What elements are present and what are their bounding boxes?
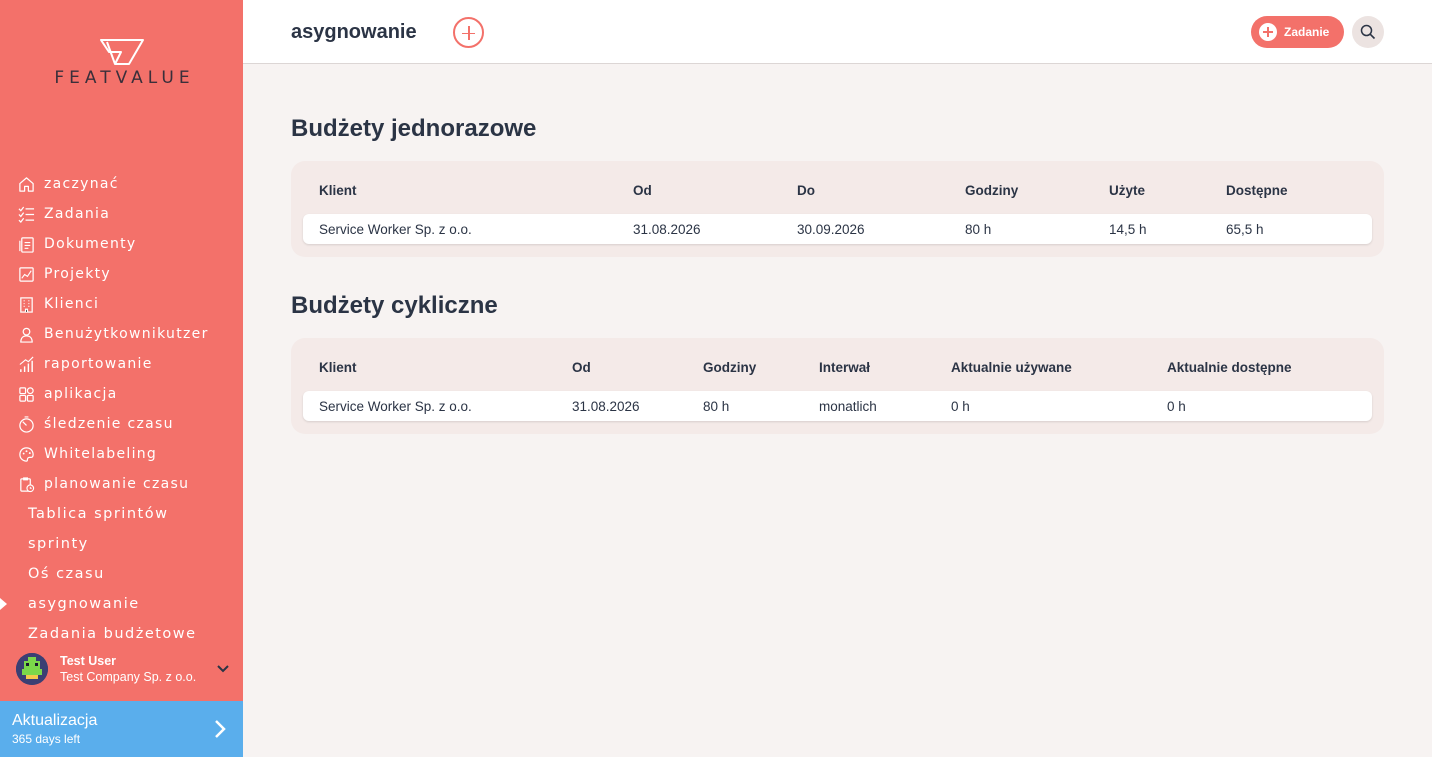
sidebar-subitem-timeline[interactable]: Oś czasu <box>0 559 243 589</box>
cyclic-budgets-table: Klient Od Godziny Interwał Aktualnie uży… <box>291 338 1384 434</box>
sidebar-item-start[interactable]: zaczynać <box>0 169 243 199</box>
tasks-icon <box>18 206 35 223</box>
sidebar-nav: zaczynać Zadania Dokumenty Projekty Klie… <box>0 169 243 649</box>
sidebar-subitem-label: Oś czasu <box>28 566 105 582</box>
add-allocation-button[interactable] <box>453 17 484 48</box>
projects-icon <box>18 266 35 283</box>
cell-available: 65,5 h <box>1226 222 1264 237</box>
column-header: Klient <box>319 183 357 198</box>
sidebar-item-label: aplikacja <box>44 386 118 402</box>
one-time-budgets-title: Budżety jednorazowe <box>291 115 537 142</box>
table-row[interactable]: Service Worker Sp. z o.o. 31.08.2026 80 … <box>303 391 1372 421</box>
sidebar-item-label: raportowanie <box>44 356 153 372</box>
new-task-label: Zadanie <box>1284 25 1330 39</box>
sidebar-item-label: Projekty <box>44 266 111 282</box>
column-header: Interwał <box>819 360 871 375</box>
plus-circle-icon <box>1259 23 1277 41</box>
column-header: Aktualnie używane <box>951 360 1072 375</box>
column-header: Klient <box>319 360 357 375</box>
sidebar-item-label: Klienci <box>44 296 100 312</box>
sidebar-item-label: Benużytkownikutzer <box>44 326 209 342</box>
sidebar-subitem-label: sprinty <box>28 536 89 552</box>
column-header: Od <box>572 360 591 375</box>
column-header: Godziny <box>965 183 1019 198</box>
search-icon <box>1360 24 1376 40</box>
cell-from: 31.08.2026 <box>633 222 701 237</box>
new-task-button[interactable]: Zadanie <box>1251 16 1344 48</box>
cell-client: Service Worker Sp. z o.o. <box>319 222 472 237</box>
sidebar-item-label: Whitelabeling <box>44 446 158 462</box>
user-name: Test User <box>60 654 117 668</box>
column-header: Dostępne <box>1226 183 1288 198</box>
sidebar-item-projects[interactable]: Projekty <box>0 259 243 289</box>
sidebar: FEATVALUE zaczynać Zadania Dokumenty Pro… <box>0 0 243 757</box>
sidebar-item-time-tracking[interactable]: śledzenie czasu <box>0 409 243 439</box>
cell-used: 14,5 h <box>1109 222 1147 237</box>
sidebar-item-label: planowanie czasu <box>44 476 190 492</box>
sidebar-item-whitelabeling[interactable]: Whitelabeling <box>0 439 243 469</box>
user-company: Test Company Sp. z o.o. <box>60 670 197 684</box>
chevron-right-icon <box>215 720 226 738</box>
search-button[interactable] <box>1352 16 1384 48</box>
building-icon <box>18 296 35 313</box>
cell-currently-available: 0 h <box>1167 399 1186 414</box>
sidebar-item-clients[interactable]: Klienci <box>0 289 243 319</box>
column-header: Godziny <box>703 360 757 375</box>
cell-client: Service Worker Sp. z o.o. <box>319 399 472 414</box>
cell-to: 30.09.2026 <box>797 222 865 237</box>
documents-icon <box>18 236 35 253</box>
sidebar-item-label: zaczynać <box>44 176 119 192</box>
column-header: Użyte <box>1109 183 1146 198</box>
one-time-budgets-table: Klient Od Do Godziny Użyte Dostępne Serv… <box>291 161 1384 257</box>
sidebar-item-apps[interactable]: aplikacja <box>0 379 243 409</box>
sidebar-item-tasks[interactable]: Zadania <box>0 199 243 229</box>
upgrade-title: Aktualizacja <box>12 712 98 729</box>
sidebar-item-label: śledzenie czasu <box>44 416 174 432</box>
logo[interactable]: FEATVALUE <box>0 38 243 88</box>
top-header: asygnowanie Zadanie <box>243 0 1432 64</box>
user-icon <box>18 326 35 343</box>
sidebar-subitem-budget-tasks[interactable]: Zadania budżetowe <box>0 619 243 649</box>
logo-text: FEATVALUE <box>54 68 195 88</box>
timer-icon <box>18 415 35 433</box>
home-icon <box>18 176 35 193</box>
palette-icon <box>18 446 35 463</box>
sidebar-subitem-label: asygnowanie <box>28 596 140 612</box>
cell-hours: 80 h <box>703 399 730 414</box>
cyclic-budgets-title: Budżety cykliczne <box>291 292 498 319</box>
sidebar-item-label: Dokumenty <box>44 236 137 252</box>
table-row[interactable]: Service Worker Sp. z o.o. 31.08.2026 30.… <box>303 214 1372 244</box>
sidebar-item-users[interactable]: Benużytkownikutzer <box>0 319 243 349</box>
pixel-avatar-icon <box>16 653 48 685</box>
sidebar-subitem-sprint-board[interactable]: Tablica sprintów <box>0 499 243 529</box>
column-header: Do <box>797 183 815 198</box>
upgrade-days-left: 365 days left <box>12 732 81 746</box>
cell-currently-used: 0 h <box>951 399 970 414</box>
apps-icon <box>18 386 35 403</box>
user-info: Test User Test Company Sp. z o.o. <box>60 653 215 685</box>
cell-from: 31.08.2026 <box>572 399 640 414</box>
cell-hours: 80 h <box>965 222 992 237</box>
page-title: asygnowanie <box>291 21 417 43</box>
column-header: Od <box>633 183 652 198</box>
sidebar-subitem-sprints[interactable]: sprinty <box>0 529 243 559</box>
sidebar-item-reports[interactable]: raportowanie <box>0 349 243 379</box>
upgrade-banner[interactable]: Aktualizacja 365 days left <box>0 701 243 757</box>
sidebar-item-label: Zadania <box>44 206 111 222</box>
avatar <box>16 653 48 685</box>
cell-interval: monatlich <box>819 399 877 414</box>
sidebar-subitem-label: Zadania budżetowe <box>28 626 197 642</box>
featvalue-logo-icon <box>99 39 144 65</box>
sidebar-item-documents[interactable]: Dokumenty <box>0 229 243 259</box>
planning-icon <box>18 476 35 493</box>
user-menu[interactable]: Test User Test Company Sp. z o.o. <box>16 651 231 687</box>
sidebar-subitem-allocation[interactable]: asygnowanie <box>0 589 243 619</box>
column-header: Aktualnie dostępne <box>1167 360 1292 375</box>
sidebar-subitem-label: Tablica sprintów <box>28 506 169 522</box>
sidebar-item-time-planning[interactable]: planowanie czasu <box>0 469 243 499</box>
reports-icon <box>18 356 35 373</box>
chevron-down-icon[interactable] <box>215 661 231 677</box>
